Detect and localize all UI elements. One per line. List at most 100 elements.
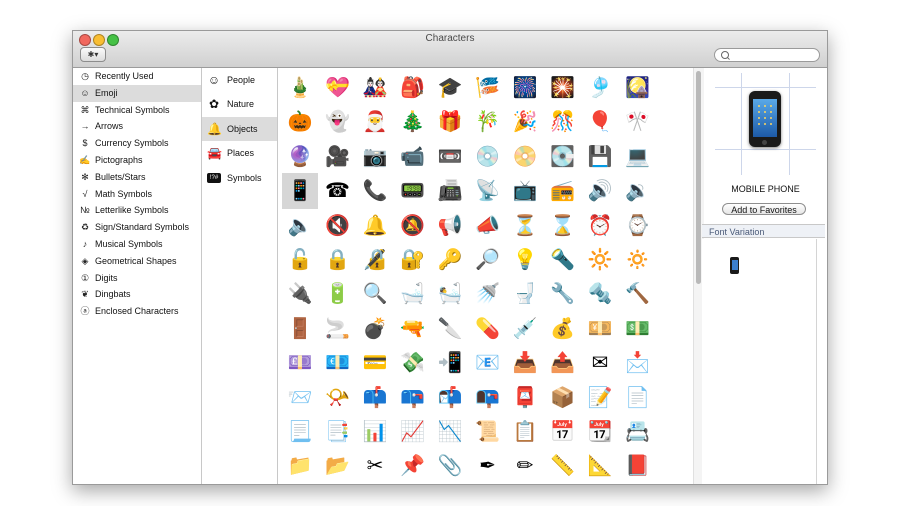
character-cell[interactable]: 🚽: [507, 276, 543, 312]
character-cell[interactable]: 📼: [432, 139, 468, 175]
character-cell[interactable]: 🎑: [620, 70, 656, 106]
category-item[interactable]: $ Currency Symbols: [73, 135, 201, 152]
character-cell[interactable]: 🎓: [432, 70, 468, 106]
character-cell[interactable]: 📊: [357, 414, 393, 450]
character-cell[interactable]: 💵: [620, 311, 656, 347]
character-cell[interactable]: 📁: [282, 448, 318, 484]
character-cell[interactable]: 📞: [357, 173, 393, 209]
character-cell[interactable]: 🔫: [395, 311, 431, 347]
character-cell[interactable]: 🚿: [470, 276, 506, 312]
character-cell[interactable]: ✂: [357, 448, 393, 484]
character-cell[interactable]: 🔓: [282, 242, 318, 278]
character-cell[interactable]: 🛁: [395, 276, 431, 312]
character-cell[interactable]: 🎁: [432, 104, 468, 140]
character-cell[interactable]: ⏰: [582, 208, 618, 244]
character-cell[interactable]: 🎇: [545, 70, 581, 106]
character-cell[interactable]: 📩: [620, 345, 656, 381]
character-cell[interactable]: 📯: [320, 380, 356, 416]
character-cell[interactable]: ✏: [507, 448, 543, 484]
character-cell[interactable]: 📻: [545, 173, 581, 209]
category-item[interactable]: ◷ Recently Used: [73, 68, 201, 85]
character-cell[interactable]: ⌛: [545, 208, 581, 244]
character-cell[interactable]: 🔩: [582, 276, 618, 312]
character-cell[interactable]: 📥: [507, 345, 543, 381]
character-cell[interactable]: 📱: [282, 173, 318, 210]
character-cell[interactable]: 📂: [320, 448, 356, 484]
character-cell[interactable]: 🎅: [357, 104, 393, 140]
character-cell[interactable]: 📏: [545, 448, 581, 484]
category-item[interactable]: ❦ Dingbats: [73, 286, 201, 303]
category-item[interactable]: ◈ Geometrical Shapes: [73, 253, 201, 270]
character-cell[interactable]: 🔆: [582, 242, 618, 278]
gear-menu-button[interactable]: ✱▾: [80, 47, 106, 62]
character-cell[interactable]: 🎋: [470, 104, 506, 140]
character-cell[interactable]: 📋: [507, 414, 543, 450]
character-cell[interactable]: 📪: [395, 380, 431, 416]
character-cell[interactable]: 🔕: [395, 208, 431, 244]
character-cell[interactable]: 📕: [620, 448, 656, 484]
category-item[interactable]: ⓐ Enclosed Characters: [73, 303, 201, 320]
character-cell[interactable]: 📑: [320, 414, 356, 450]
character-cell[interactable]: 🔇: [320, 208, 356, 244]
character-cell[interactable]: 🔊: [582, 173, 618, 209]
character-cell[interactable]: 💰: [545, 311, 581, 347]
character-cell[interactable]: 📐: [582, 448, 618, 484]
character-cell[interactable]: 🎐: [582, 70, 618, 106]
character-cell[interactable]: 📤: [545, 345, 581, 381]
category-item[interactable]: ✍ Pictographs: [73, 152, 201, 169]
character-cell[interactable]: 🔑: [432, 242, 468, 278]
character-cell[interactable]: 📦: [545, 380, 581, 416]
character-cell[interactable]: 🎄: [395, 104, 431, 140]
character-cell[interactable]: 🔒: [320, 242, 356, 278]
character-cell[interactable]: 💴: [582, 311, 618, 347]
character-cell[interactable]: 💷: [282, 345, 318, 381]
character-cell[interactable]: 🔦: [545, 242, 581, 278]
character-cell[interactable]: 💾: [582, 139, 618, 175]
character-cell[interactable]: 🎌: [620, 104, 656, 140]
character-cell[interactable]: 📟: [395, 173, 431, 209]
character-cell[interactable]: 🔌: [282, 276, 318, 312]
character-cell[interactable]: 📷: [357, 139, 393, 175]
category-item[interactable]: → Arrows: [73, 118, 201, 135]
character-cell[interactable]: 🎆: [507, 70, 543, 106]
character-cell[interactable]: 💶: [320, 345, 356, 381]
character-cell[interactable]: ✉: [582, 345, 618, 381]
character-cell[interactable]: 📹: [395, 139, 431, 175]
subcategory-item[interactable]: !?# Symbols: [202, 166, 277, 190]
character-cell[interactable]: 📌: [395, 448, 431, 484]
character-cell[interactable]: 🔏: [357, 242, 393, 278]
character-cell[interactable]: 🔅: [620, 242, 656, 278]
character-cell[interactable]: 🔮: [282, 139, 318, 175]
character-cell[interactable]: 📀: [507, 139, 543, 175]
search-input[interactable]: [731, 49, 813, 61]
character-cell[interactable]: 📉: [432, 414, 468, 450]
character-cell[interactable]: 🛀: [432, 276, 468, 312]
character-cell[interactable]: ✒: [470, 448, 506, 484]
character-cell[interactable]: 💡: [507, 242, 543, 278]
search-field[interactable]: [714, 48, 820, 62]
character-cell[interactable]: 📄: [620, 380, 656, 416]
subcategory-item[interactable]: ✿ Nature: [202, 92, 277, 116]
character-cell[interactable]: 📬: [432, 380, 468, 416]
character-cell[interactable]: 🎍: [282, 70, 318, 106]
character-cell[interactable]: 🔐: [395, 242, 431, 278]
subcategory-item[interactable]: 🔔 Objects: [202, 116, 277, 142]
character-cell[interactable]: 🔈: [282, 208, 318, 244]
character-cell[interactable]: 💽: [545, 139, 581, 175]
character-cell[interactable]: 🎏: [470, 70, 506, 106]
character-cell[interactable]: 📝: [582, 380, 618, 416]
character-cell[interactable]: 📲: [432, 345, 468, 381]
character-cell[interactable]: 📣: [470, 208, 506, 244]
character-cell[interactable]: 🎃: [282, 104, 318, 140]
character-cell[interactable]: 💣: [357, 311, 393, 347]
subcategory-item[interactable]: ☺ People: [202, 68, 277, 92]
character-cell[interactable]: 🔎: [470, 242, 506, 278]
character-cell[interactable]: 📠: [432, 173, 468, 209]
character-cell[interactable]: 🔍: [357, 276, 393, 312]
character-cell[interactable]: 👻: [320, 104, 356, 140]
character-cell[interactable]: 💸: [395, 345, 431, 381]
character-cell[interactable]: 📈: [395, 414, 431, 450]
character-cell[interactable]: 🔧: [545, 276, 581, 312]
scrollbar-thumb[interactable]: [696, 71, 701, 284]
character-cell[interactable]: ⌚: [620, 208, 656, 244]
